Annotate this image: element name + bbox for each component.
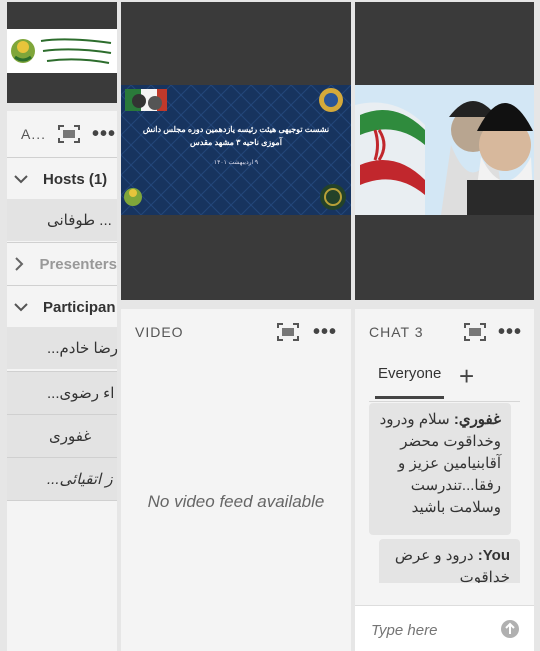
video-pod: VIDEO ••• No video feed available	[121, 309, 351, 651]
slide-image: نشست توجیهی هیئت رئیسه یازدهمین دوره مجل…	[121, 85, 351, 215]
participant-list-item[interactable]: غفوری	[7, 414, 117, 457]
chat-message-author: You:	[477, 547, 510, 564]
chevron-down-icon	[7, 174, 35, 184]
no-video-message: No video feed available	[147, 492, 325, 511]
more-options-icon[interactable]: •••	[498, 321, 522, 344]
attendees-title: A...	[21, 126, 47, 142]
slide-date: ۹ اردیبهشت ۱۴۰۱	[213, 160, 259, 166]
fullscreen-icon[interactable]	[276, 323, 299, 341]
more-options-icon[interactable]: •••	[313, 321, 337, 344]
share-pod: نشست توجیهی هیئت رئیسه یازدهمین دوره مجل…	[121, 2, 351, 300]
portrait-image	[355, 85, 534, 215]
plus-icon: +	[459, 361, 475, 391]
presenters-label: Presenters	[39, 255, 117, 273]
tab-everyone-label: Everyone	[378, 365, 442, 382]
participant-name: غفوری	[49, 428, 92, 445]
tab-everyone[interactable]: Everyone	[375, 365, 445, 399]
chat-pod-title: CHAT 3	[369, 324, 424, 340]
chat-messages[interactable]: غفوري: سلام ودرود وخداقوت محضر آقابنیامی…	[355, 403, 534, 583]
chat-message: غفوري: سلام ودرود وخداقوت محضر آقابنیامی…	[369, 403, 511, 535]
participants-header[interactable]: Participan	[7, 285, 117, 328]
slide-title-line2: آموزی ناحیه ۳ مشهد مقدس	[190, 138, 282, 147]
send-icon[interactable]	[500, 619, 520, 639]
chevron-down-icon	[7, 302, 35, 312]
slide-title-line1: نشست توجیهی هیئت رئیسه یازدهمین دوره مجل…	[142, 125, 330, 134]
chat-pod: CHAT 3 ••• Everyone + غفوري: سلام ودرود …	[355, 309, 534, 651]
attendees-pod: A... ••• Hosts (1) ... طوفانی Presenters…	[7, 111, 119, 651]
participant-name: ...رضا خادم	[47, 340, 119, 357]
chat-input-bar	[355, 605, 534, 651]
participant-list-item[interactable]: ...ز اتقیائی	[7, 457, 117, 501]
participant-list-item[interactable]: ...رضا خادم	[7, 327, 119, 369]
organization-logo	[7, 29, 117, 73]
add-tab-button[interactable]: +	[459, 361, 474, 392]
presenters-header[interactable]: Presenters	[7, 242, 117, 285]
tab-divider	[369, 401, 520, 402]
chat-message: You: درود و عرض خداقوت	[379, 539, 520, 583]
video-pod-title: VIDEO	[135, 324, 184, 340]
hosts-header[interactable]: Hosts (1)	[7, 157, 117, 200]
participant-name: ...ز اتقیائی	[47, 471, 113, 488]
image-pod	[355, 2, 534, 300]
chat-message-author: غفوري:	[453, 411, 501, 428]
chevron-right-icon	[7, 257, 31, 271]
participants-label: Participan	[43, 298, 116, 316]
host-list-item[interactable]: ... طوفانی	[7, 199, 117, 241]
chat-input[interactable]	[369, 616, 491, 644]
fullscreen-icon[interactable]	[463, 323, 486, 341]
fullscreen-icon[interactable]	[58, 125, 81, 143]
host-name: ... طوفانی	[47, 212, 112, 229]
logo-pod	[7, 2, 117, 103]
participant-name: ...اء رضوی	[47, 385, 115, 402]
more-options-icon[interactable]: •••	[92, 123, 116, 146]
hosts-label: Hosts (1)	[43, 170, 108, 188]
participant-list-item[interactable]: ...اء رضوی	[7, 371, 117, 414]
